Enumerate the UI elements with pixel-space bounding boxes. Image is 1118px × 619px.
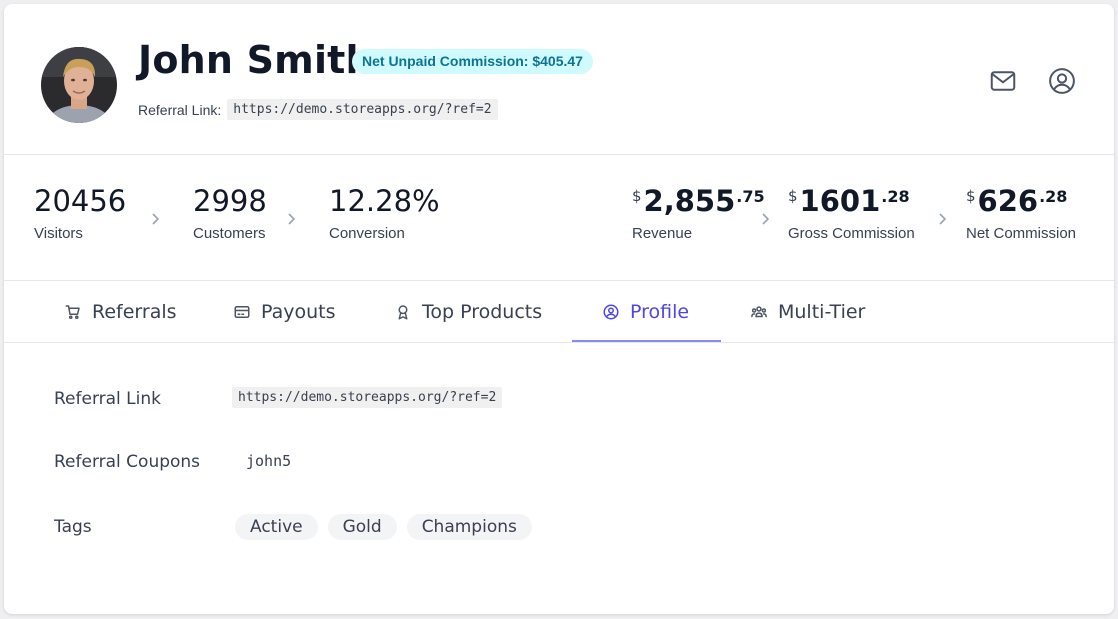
tab-bar: Referrals Payouts Top Products Profile M… <box>4 281 1114 343</box>
referral-link-row: Referral Link: https://demo.storeapps.or… <box>138 99 498 120</box>
profile-header: John Smith Net Unpaid Commission: $405.4… <box>4 4 1114 155</box>
chevron-right-icon <box>286 212 296 226</box>
stat-value-whole: 626 <box>977 184 1039 218</box>
stat-gross-commission: $1601.28 Gross Commission <box>788 184 915 242</box>
tab-top-products[interactable]: Top Products <box>394 281 542 343</box>
tag-active: Active <box>235 514 318 540</box>
stat-customers: 2998 Customers <box>193 184 267 242</box>
stat-value: 12.28% <box>329 184 440 218</box>
active-tab-indicator <box>572 340 721 342</box>
referral-coupon-value: john5 <box>246 452 292 470</box>
referral-link-value[interactable]: https://demo.storeapps.org/?ref=2 <box>232 387 503 408</box>
stat-value: 20456 <box>34 184 127 218</box>
user-circle-icon <box>603 304 619 320</box>
tag-champions: Champions <box>406 514 532 540</box>
currency-symbol: $ <box>632 187 642 205</box>
tab-label: Top Products <box>422 301 543 323</box>
net-unpaid-commission-badge: Net Unpaid Commission: $405.47 <box>352 49 593 74</box>
tab-profile[interactable]: Profile <box>602 281 689 343</box>
users-icon <box>751 306 767 318</box>
stat-value-cents: .75 <box>736 187 765 206</box>
cart-icon <box>65 305 80 320</box>
referral-link-label: Referral Link: <box>138 101 222 118</box>
tab-referrals[interactable]: Referrals <box>64 281 177 343</box>
stat-conversion: 12.28% Conversion <box>329 184 440 242</box>
referral-link-code[interactable]: https://demo.storeapps.org/?ref=2 <box>227 99 498 120</box>
stat-label: Revenue <box>632 225 693 242</box>
stat-value-cents: .28 <box>1039 187 1068 206</box>
currency-symbol: $ <box>966 187 976 205</box>
chevron-right-icon <box>760 212 770 226</box>
avatar <box>41 47 117 123</box>
tab-label: Referrals <box>92 301 177 323</box>
email-icon[interactable] <box>988 66 1018 96</box>
stat-value-whole: 2,855 <box>643 184 736 218</box>
referral-link-field-label: Referral Link <box>54 389 161 409</box>
stat-label: Gross Commission <box>788 225 915 242</box>
stat-label: Customers <box>193 225 266 242</box>
tag-gold: Gold <box>327 514 397 540</box>
affiliate-name: John Smith <box>138 38 373 82</box>
currency-symbol: $ <box>788 187 798 205</box>
affiliate-profile-card: John Smith Net Unpaid Commission: $405.4… <box>4 4 1114 614</box>
user-account-icon[interactable] <box>1047 66 1077 96</box>
chevron-right-icon <box>937 212 947 226</box>
stat-value: 2998 <box>193 184 267 218</box>
stat-label: Net Commission <box>966 225 1077 242</box>
stat-label: Visitors <box>34 225 83 242</box>
tab-multi-tier[interactable]: Multi-Tier <box>750 281 865 343</box>
tab-payouts[interactable]: Payouts <box>233 281 336 343</box>
stat-revenue: $2,855.75 Revenue <box>632 184 765 242</box>
profile-panel: Referral Link https://demo.storeapps.org… <box>4 343 1114 611</box>
tags-label: Tags <box>54 517 92 537</box>
tab-label: Multi-Tier <box>778 301 866 323</box>
stat-label: Conversion <box>329 225 405 242</box>
credit-card-icon <box>234 306 250 318</box>
referral-coupons-label: Referral Coupons <box>54 452 201 472</box>
tab-label: Profile <box>630 301 690 323</box>
award-icon <box>398 305 408 320</box>
stat-value-whole: 1601 <box>799 184 881 218</box>
stat-visitors: 20456 Visitors <box>34 184 126 242</box>
stat-net-commission: $626.28 Net Commission <box>966 184 1076 242</box>
stat-value-cents: .28 <box>881 187 910 206</box>
chevron-right-icon <box>150 212 160 226</box>
tab-label: Payouts <box>261 301 336 323</box>
stats-bar: 20456 Visitors 2998 Customers 12.28% Con… <box>4 155 1114 281</box>
tag-list: Active Gold Champions <box>235 514 532 540</box>
